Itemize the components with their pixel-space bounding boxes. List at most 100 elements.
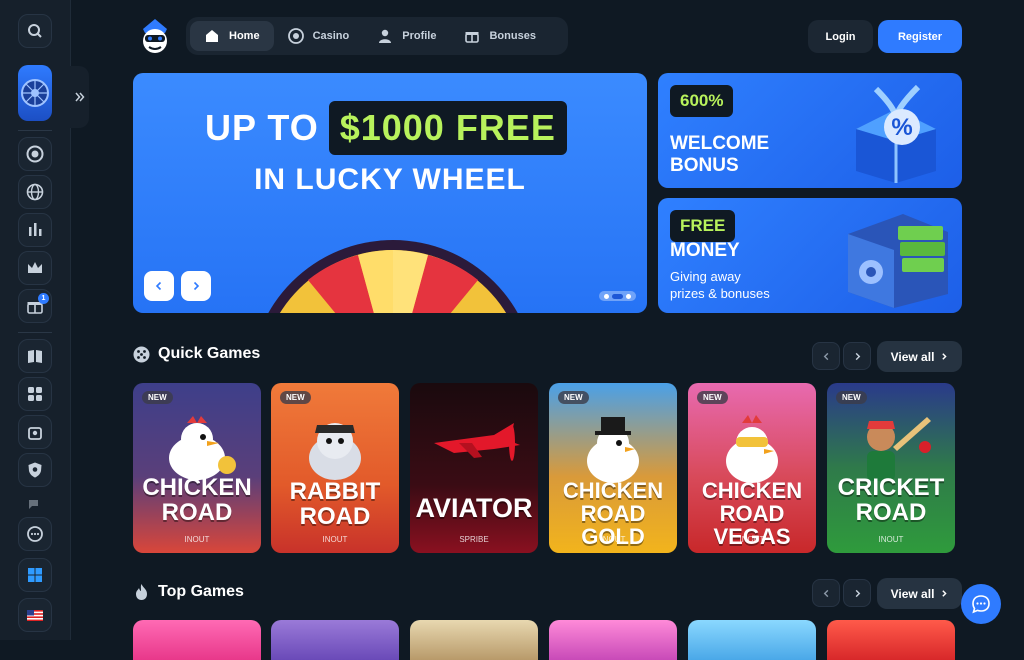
- nav-bonuses[interactable]: Bonuses: [450, 21, 549, 51]
- sidebar-item-sports[interactable]: [18, 175, 52, 209]
- windows-app-button[interactable]: [18, 558, 52, 592]
- top-game-card[interactable]: [827, 620, 955, 660]
- chevron-left-icon: [155, 281, 162, 291]
- carousel-dot[interactable]: [604, 293, 609, 299]
- new-badge: NEW: [697, 391, 728, 404]
- promo-tag: FREE: [670, 210, 736, 242]
- lucky-wheel-button[interactable]: [18, 65, 52, 121]
- sidebar-expand-button[interactable]: [70, 66, 89, 128]
- quick-games-prev-button[interactable]: [812, 342, 840, 370]
- promo-free-money[interactable]: FREE MONEY Giving away prizes & bonuses: [658, 198, 962, 313]
- game-provider: INOUT: [600, 535, 626, 544]
- game-title-line: CRICKET: [837, 474, 945, 501]
- hero-headline-prefix: UP TO: [205, 107, 319, 148]
- top-game-card[interactable]: [688, 620, 816, 660]
- support-button[interactable]: [18, 517, 52, 551]
- game-card-cricket-road[interactable]: NEW CRICKET ROAD INOUT: [827, 383, 955, 553]
- game-card-rabbit-road[interactable]: NEW RABBIT ROAD INOUT: [271, 383, 399, 553]
- language-button[interactable]: [18, 598, 52, 632]
- hero-headline: UP TO $1000 FREE: [205, 101, 567, 155]
- top-game-card[interactable]: [410, 620, 538, 660]
- game-title-line: CHICKEN: [562, 478, 664, 503]
- register-button[interactable]: Register: [878, 20, 962, 53]
- game-art: [867, 417, 931, 481]
- game-art: [169, 416, 236, 480]
- fire-icon: [136, 584, 147, 600]
- sidebar-item-casino[interactable]: [18, 137, 52, 171]
- promo-subtitle-line: prizes & bonuses: [670, 286, 770, 301]
- hero-subheadline: IN LUCKY WHEEL: [254, 163, 526, 196]
- game-provider: INOUT: [322, 535, 348, 544]
- sidebar-item-rules[interactable]: [18, 339, 52, 373]
- globe-icon: [26, 183, 44, 201]
- bag-icon: [28, 427, 42, 440]
- sidebar-item-trading[interactable]: [18, 213, 52, 247]
- carousel-dot-active[interactable]: [612, 293, 623, 299]
- top-games-heading: Top Games: [133, 583, 244, 601]
- chat-icon: [972, 595, 990, 614]
- view-all-label: View all: [890, 349, 935, 364]
- lucky-wheel-icon: [21, 79, 49, 107]
- sidebar-item-security[interactable]: [18, 453, 52, 487]
- header: Home Casino Profile Bonuses Login Regist…: [133, 16, 962, 56]
- nav-casino[interactable]: Casino: [274, 21, 364, 51]
- sidebar: 1: [0, 0, 71, 640]
- nav-home[interactable]: Home: [190, 21, 274, 51]
- sidebar-item-bonuses[interactable]: 1: [18, 289, 52, 323]
- game-title: AVIATOR: [415, 493, 533, 523]
- game-card-aviator[interactable]: AVIATOR SPRIBE: [410, 383, 538, 553]
- search-button[interactable]: [18, 14, 52, 48]
- promo-title: MONEY: [670, 240, 740, 261]
- top-game-card[interactable]: [271, 620, 399, 660]
- game-provider: INOUT: [739, 535, 765, 544]
- new-badge: NEW: [558, 391, 589, 404]
- sidebar-item-store[interactable]: [18, 415, 52, 449]
- chip-icon: [26, 145, 44, 163]
- lucky-wheel-illustration: [268, 240, 518, 313]
- login-button[interactable]: Login: [808, 20, 873, 53]
- game-card-chicken-road-vegas[interactable]: NEW CHICKEN ROAD VEGAS INOUT: [688, 383, 816, 553]
- book-icon: [28, 350, 42, 363]
- quick-games-next-button[interactable]: [843, 342, 871, 370]
- quick-games-view-all[interactable]: View all: [877, 341, 962, 372]
- home-icon: [206, 30, 218, 42]
- game-title-line: ROAD: [299, 503, 371, 530]
- plane-icon: [434, 423, 520, 461]
- chevron-right-icon: [942, 590, 948, 597]
- top-game-card[interactable]: [133, 620, 261, 660]
- search-icon: [28, 24, 42, 38]
- game-card-chicken-road-gold[interactable]: NEW CHICKEN ROAD GOLD INOUT: [549, 383, 677, 553]
- game-title: CRICKET ROAD: [827, 475, 955, 525]
- windows-icon: [28, 568, 42, 582]
- top-games-view-all[interactable]: View all: [877, 578, 962, 609]
- chat-bubbles-icon: [27, 526, 43, 542]
- carousel-dot[interactable]: [626, 293, 631, 299]
- hero-next-button[interactable]: [181, 271, 211, 301]
- sidebar-divider: [18, 332, 52, 333]
- game-art: [726, 415, 778, 483]
- live-chat-button[interactable]: [961, 584, 1001, 624]
- carousel-dots[interactable]: [599, 291, 636, 301]
- hero-banner[interactable]: UP TO $1000 FREE IN LUCKY WHEEL: [133, 73, 647, 313]
- promo-welcome-bonus[interactable]: 600% WELCOME BONUS %: [658, 73, 962, 188]
- top-games-title: Top Games: [158, 583, 244, 600]
- logo[interactable]: [137, 17, 173, 55]
- game-art: [587, 417, 639, 483]
- top-game-card[interactable]: [549, 620, 677, 660]
- game-title-line: CHICKEN: [701, 478, 803, 503]
- sidebar-item-vip[interactable]: [18, 251, 52, 285]
- sidebar-item-games[interactable]: [18, 377, 52, 411]
- chevron-left-icon: [823, 589, 828, 597]
- top-games-next-button[interactable]: [843, 579, 871, 607]
- nav-home-label: Home: [229, 30, 260, 42]
- notification-badge: 1: [38, 293, 49, 304]
- sidebar-item-partial[interactable]: [18, 494, 52, 512]
- nav-profile[interactable]: Profile: [363, 21, 450, 51]
- hero-prev-button[interactable]: [144, 271, 174, 301]
- game-card-chicken-road[interactable]: NEW CHICKEN ROAD INOUT: [133, 383, 261, 553]
- game-provider: INOUT: [878, 535, 904, 544]
- game-title-line: ROAD: [855, 499, 927, 526]
- chip-icon: [287, 28, 304, 44]
- top-games-prev-button[interactable]: [812, 579, 840, 607]
- main-nav: Home Casino Profile Bonuses: [186, 17, 568, 55]
